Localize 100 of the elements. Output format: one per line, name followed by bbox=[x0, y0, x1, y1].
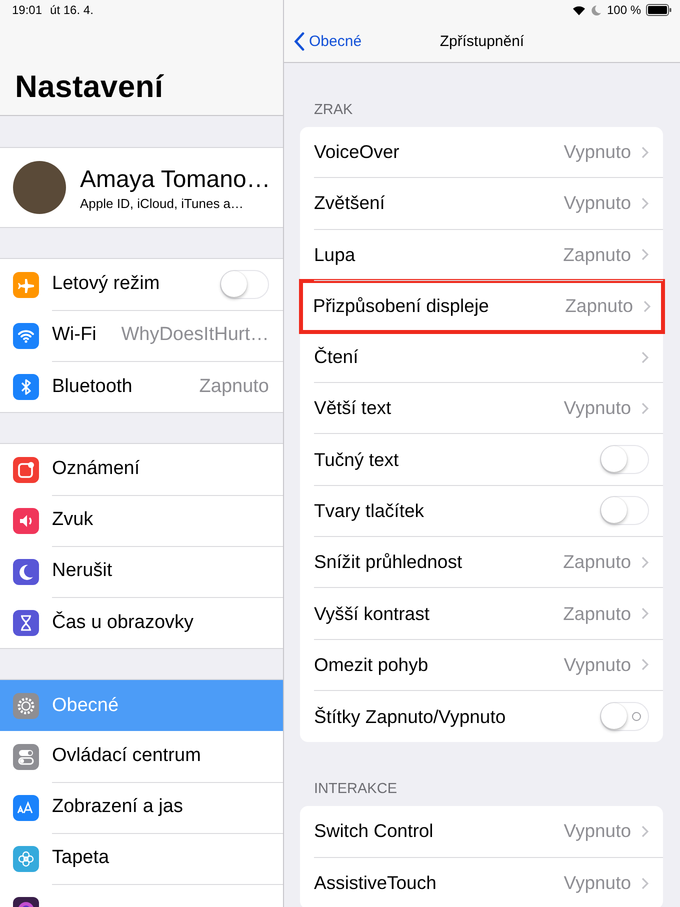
item-value: Zapnuto bbox=[199, 376, 269, 398]
notifications-icon bbox=[13, 456, 39, 482]
row-value: Vypnuto bbox=[564, 654, 631, 676]
settings-row[interactable]: Tučný text bbox=[300, 434, 663, 486]
status-time: 19:01 bbox=[12, 3, 42, 17]
row-value: Zapnuto bbox=[563, 244, 631, 266]
battery-icon bbox=[646, 4, 672, 16]
item-label: Čas u obrazovky bbox=[52, 612, 195, 634]
row-value: Zapnuto bbox=[563, 551, 631, 574]
settings-row[interactable]: Snížit průhlednost Zapnuto bbox=[300, 537, 663, 588]
toggle-switch[interactable] bbox=[600, 496, 649, 526]
row-label: Omezit pohyb bbox=[314, 654, 430, 676]
toggle-switch[interactable] bbox=[600, 445, 649, 474]
chevron-icon bbox=[641, 556, 649, 569]
row-label: Tučný text bbox=[314, 448, 400, 471]
row-label: Větší text bbox=[314, 397, 392, 420]
settings-row[interactable]: Větší text Vypnuto bbox=[300, 383, 663, 434]
sidebar-item[interactable]: Wi-Fi WhyDoesItHurt… bbox=[0, 310, 283, 361]
sidebar-item[interactable]: Letový režim bbox=[0, 259, 283, 310]
row-label: Vyšší kontrast bbox=[314, 602, 430, 625]
row-label: Lupa bbox=[314, 244, 356, 266]
sidebar-item[interactable]: Oznámení bbox=[0, 444, 283, 495]
row-value: Zapnuto bbox=[563, 602, 631, 625]
chevron-icon bbox=[641, 658, 649, 672]
speaker-icon bbox=[13, 508, 39, 534]
item-label: Bluetooth bbox=[52, 376, 134, 398]
chevron-icon bbox=[641, 196, 649, 210]
toggle-switch[interactable] bbox=[220, 270, 269, 298]
settings-row[interactable]: Vyšší kontrast Zapnuto bbox=[300, 588, 663, 640]
sidebar-item[interactable]: Zvuk bbox=[0, 495, 283, 546]
row-label: Zvětšení bbox=[314, 192, 386, 214]
row-label: AssistiveTouch bbox=[314, 872, 438, 894]
row-value: Zapnuto bbox=[565, 295, 633, 318]
flower-icon bbox=[13, 846, 39, 872]
sidebar-item[interactable]: Tapeta bbox=[0, 833, 283, 884]
row-value: Vypnuto bbox=[564, 192, 631, 214]
chevron-icon bbox=[641, 146, 649, 159]
sidebar-item[interactable]: Ovládací centrum bbox=[0, 731, 283, 782]
wifi-icon bbox=[13, 322, 39, 348]
profile-row[interactable]: Amaya Tomano… Apple ID, iCloud, iTunes a… bbox=[0, 147, 283, 228]
section-header: INTERAKCE bbox=[313, 780, 398, 800]
settings-row[interactable]: Omezit pohyb Vypnuto bbox=[300, 640, 663, 691]
wifi-icon bbox=[572, 4, 585, 16]
chevron-icon bbox=[641, 248, 649, 262]
sidebar-item[interactable]: Bluetooth Zapnuto bbox=[0, 361, 283, 412]
row-label: Snížit průhlednost bbox=[314, 551, 464, 574]
sidebar-item[interactable]: Zobrazení a jas bbox=[0, 782, 283, 833]
settings-row[interactable]: Switch Control Vypnuto bbox=[300, 806, 663, 858]
sidebar-item[interactable]: Nerušit bbox=[0, 546, 283, 597]
item-label: Tapeta bbox=[52, 847, 110, 869]
hourglass-icon bbox=[13, 610, 39, 636]
switches-icon bbox=[13, 744, 39, 770]
item-value: WhyDoesItHurt… bbox=[121, 324, 269, 346]
toggle-switch[interactable] bbox=[600, 702, 649, 732]
chevron-icon bbox=[641, 876, 649, 890]
settings-row[interactable]: Tvary tlačítek bbox=[300, 486, 663, 538]
settings-row[interactable]: Štítky Zapnuto/Vypnuto bbox=[300, 690, 663, 742]
item-label: Obecné bbox=[52, 694, 120, 716]
row-label: Čtení bbox=[314, 346, 360, 368]
settings-row[interactable]: Zvětšení Vypnuto bbox=[300, 178, 663, 230]
moon-icon bbox=[590, 4, 602, 16]
row-value: Vypnuto bbox=[564, 141, 631, 164]
row-value: Vypnuto bbox=[564, 872, 631, 894]
row-label: Štítky Zapnuto/Vypnuto bbox=[314, 706, 507, 728]
item-label: Zvuk bbox=[52, 509, 94, 531]
bluetooth-icon bbox=[13, 374, 39, 400]
chevron-icon bbox=[641, 824, 649, 838]
row-label: Přizpůsobení displeje bbox=[313, 295, 490, 318]
row-label: Switch Control bbox=[314, 820, 434, 842]
item-label: Letový režim bbox=[52, 273, 161, 295]
row-value: Vypnuto bbox=[564, 820, 631, 842]
text-size-icon bbox=[13, 794, 39, 820]
row-label: VoiceOver bbox=[314, 141, 400, 164]
settings-row[interactable]: AssistiveTouch Vypnuto bbox=[300, 858, 663, 907]
page-title: Nastavení bbox=[14, 68, 165, 106]
chevron-icon bbox=[294, 32, 305, 50]
row-value: Vypnuto bbox=[564, 397, 631, 420]
chevron-icon bbox=[641, 607, 649, 620]
chevron-icon bbox=[641, 350, 649, 364]
chevron-icon bbox=[643, 300, 651, 313]
settings-icon bbox=[13, 692, 39, 718]
item-label: Wi-Fi bbox=[52, 324, 98, 346]
row-label: Tvary tlačítek bbox=[314, 500, 425, 522]
status-date: út 16. 4. bbox=[50, 3, 94, 17]
section-header: ZRAK bbox=[313, 101, 354, 120]
settings-row[interactable]: Lupa Zapnuto bbox=[300, 230, 663, 281]
moon-icon bbox=[13, 558, 39, 584]
item-label: Ovládací centrum bbox=[52, 745, 202, 767]
profile-subtitle: Apple ID, iCloud, iTunes a… bbox=[80, 196, 245, 210]
profile-name: Amaya Tomano… bbox=[80, 164, 270, 194]
settings-row[interactable]: VoiceOver Vypnuto bbox=[300, 127, 663, 178]
chevron-icon bbox=[641, 402, 649, 415]
item-label: Nerušit bbox=[52, 560, 114, 582]
back-button[interactable]: Obecné bbox=[284, 32, 362, 50]
nav-title: Zpřístupnění bbox=[440, 32, 524, 50]
sidebar-item[interactable]: Čas u obrazovky bbox=[0, 597, 283, 648]
settings-row[interactable]: Čtení bbox=[300, 332, 663, 384]
item-label: Oznámení bbox=[52, 458, 141, 480]
airplane-icon bbox=[13, 272, 39, 298]
settings-row[interactable]: Přizpůsobení displeje Zapnuto bbox=[299, 278, 665, 334]
